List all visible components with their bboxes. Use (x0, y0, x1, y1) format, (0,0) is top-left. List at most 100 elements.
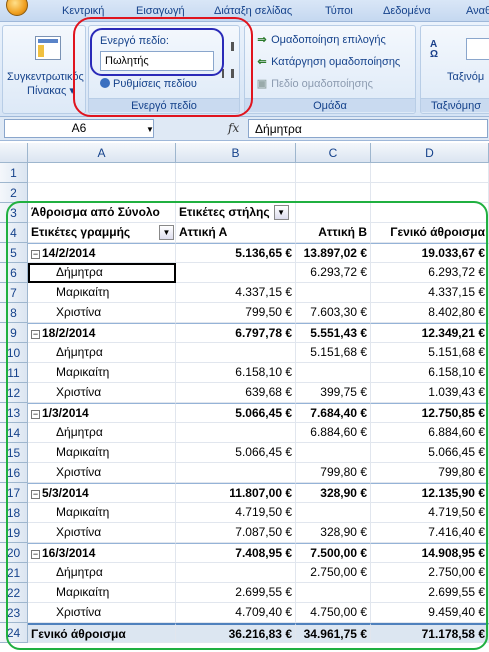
cell-b[interactable]: 639,68 € (176, 383, 296, 403)
cell-a[interactable]: Χριστίνα (28, 303, 176, 323)
cell-c[interactable]: 5.551,43 € (296, 323, 371, 343)
row-labels-filter-dropdown-icon[interactable]: ▼ (159, 225, 174, 240)
name-box-dropdown-icon[interactable]: ▼ (146, 125, 154, 134)
cell-b[interactable] (176, 563, 296, 583)
cell-c[interactable] (296, 583, 371, 603)
cell-b[interactable] (176, 263, 296, 283)
pivot-table-dropdown-label[interactable]: Πίνακας ▾ (27, 84, 75, 97)
select-all-corner[interactable] (0, 143, 28, 163)
cell-c[interactable]: 2.750,00 € (296, 563, 371, 583)
tab-review[interactable]: Αναθ (466, 5, 489, 17)
cell-a[interactable]: Χριστίνα (28, 383, 176, 403)
collapse-toggle-icon[interactable]: − (31, 250, 40, 259)
cell-b[interactable]: 799,50 € (176, 303, 296, 323)
cell-b[interactable]: Αττική Α (176, 223, 296, 243)
collapse-toggle-icon[interactable]: − (31, 410, 40, 419)
cell-b[interactable] (176, 183, 296, 203)
cell-a[interactable]: Άθροισμα από Σύνολο (28, 203, 176, 223)
cell-a[interactable]: Δήμητρα (28, 343, 176, 363)
cell-b[interactable] (176, 343, 296, 363)
row-header[interactable]: 17 (0, 483, 28, 503)
cell-c[interactable]: 5.151,68 € (296, 343, 371, 363)
cell-c[interactable] (296, 503, 371, 523)
cell-d[interactable]: 8.402,80 € (371, 303, 489, 323)
function-icon[interactable]: fx (228, 121, 239, 135)
collapse-toggle-icon[interactable]: − (31, 330, 40, 339)
row-header[interactable]: 20 (0, 543, 28, 563)
sort-button-label[interactable]: Ταξινόμ (447, 71, 484, 83)
row-header[interactable]: 5 (0, 243, 28, 263)
row-header[interactable]: 6 (0, 263, 28, 283)
row-header[interactable]: 22 (0, 583, 28, 603)
cell-b[interactable]: 11.807,00 € (176, 483, 296, 503)
cell-a[interactable]: Χριστίνα (28, 523, 176, 543)
cell-a[interactable]: Μαρικαίτη (28, 583, 176, 603)
group-selection-button[interactable]: ⇒ Ομαδοποίηση επιλογής (256, 33, 385, 46)
cell-c[interactable] (296, 283, 371, 303)
cell-a[interactable]: Γενικό άθροισμα (28, 623, 176, 643)
formula-input[interactable]: Δήμητρα (248, 119, 488, 138)
cell-a[interactable]: −1/3/2014 (28, 403, 176, 423)
row-header[interactable]: 3 (0, 203, 28, 223)
cell-b[interactable]: 7.408,95 € (176, 543, 296, 563)
cell-a[interactable]: Μαρικαίτη (28, 443, 176, 463)
cell-c[interactable]: 799,80 € (296, 463, 371, 483)
cell-a[interactable]: Ετικέτες γραμμής ▼ (28, 223, 176, 243)
cell-c[interactable]: 4.750,00 € (296, 603, 371, 623)
row-header[interactable]: 24 (0, 623, 28, 643)
column-labels-filter-dropdown-icon[interactable]: ▼ (273, 205, 289, 220)
sort-dialog-icon[interactable] (466, 38, 489, 60)
group-field-button[interactable]: ▣ Πεδίο ομαδοποίησης (256, 77, 373, 90)
cell-c[interactable]: 328,90 € (296, 483, 371, 503)
row-header[interactable]: 19 (0, 523, 28, 543)
row-header[interactable]: 2 (0, 183, 28, 203)
row-header[interactable]: 8 (0, 303, 28, 323)
cell-d[interactable] (371, 203, 489, 223)
cell-a[interactable]: Δήμητρα (28, 563, 176, 583)
cell-d[interactable]: 4.337,15 € (371, 283, 489, 303)
cell-d[interactable]: 7.416,40 € (371, 523, 489, 543)
cell-a[interactable]: Χριστίνα (28, 463, 176, 483)
cell-b[interactable] (176, 423, 296, 443)
cell-b[interactable]: 5.136,65 € (176, 243, 296, 263)
cell-d[interactable]: 5.066,45 € (371, 443, 489, 463)
cell-d[interactable]: 71.178,58 € (371, 623, 489, 643)
pivot-table-icon[interactable] (35, 36, 61, 60)
tab-formulas[interactable]: Τύποι (325, 5, 353, 17)
cell-c[interactable]: 328,90 € (296, 523, 371, 543)
cell-a[interactable]: Μαρικαίτη (28, 503, 176, 523)
cell-b[interactable]: 5.066,45 € (176, 403, 296, 423)
cell-c[interactable] (296, 203, 371, 223)
cell-c[interactable]: 6.884,60 € (296, 423, 371, 443)
cell-c[interactable] (296, 363, 371, 383)
cell-b[interactable]: 7.087,50 € (176, 523, 296, 543)
cell-c[interactable]: 7.684,40 € (296, 403, 371, 423)
tab-insert[interactable]: Εισαγωγή (136, 5, 185, 17)
cell-a[interactable]: Δήμητρα (28, 263, 176, 283)
column-header-b[interactable]: B (176, 143, 296, 163)
cell-b[interactable]: 4.337,15 € (176, 283, 296, 303)
cell-c[interactable]: 13.897,02 € (296, 243, 371, 263)
sort-az-icon[interactable]: AΩ (430, 40, 438, 60)
cell-d[interactable] (371, 183, 489, 203)
cell-c[interactable]: 399,75 € (296, 383, 371, 403)
collapse-toggle-icon[interactable]: − (31, 550, 40, 559)
cell-c[interactable]: 6.293,72 € (296, 263, 371, 283)
row-header[interactable]: 1 (0, 163, 28, 183)
cell-d[interactable]: 12.135,90 € (371, 483, 489, 503)
cell-d[interactable]: 5.151,68 € (371, 343, 489, 363)
cell-d[interactable]: 6.884,60 € (371, 423, 489, 443)
cell-a[interactable]: −16/3/2014 (28, 543, 176, 563)
cell-b[interactable]: 4.719,50 € (176, 503, 296, 523)
row-header[interactable]: 10 (0, 343, 28, 363)
cell-b[interactable]: 6.797,78 € (176, 323, 296, 343)
cell-d[interactable]: 1.039,43 € (371, 383, 489, 403)
row-header[interactable]: 12 (0, 383, 28, 403)
row-header[interactable]: 4 (0, 223, 28, 243)
cell-b[interactable]: Ετικέτες στήλης ▼ (176, 203, 296, 223)
column-header-a[interactable]: A (28, 143, 176, 163)
cell-a[interactable]: −14/2/2014 (28, 243, 176, 263)
row-header[interactable]: 23 (0, 603, 28, 623)
cell-d[interactable]: 6.158,10 € (371, 363, 489, 383)
row-header[interactable]: 13 (0, 403, 28, 423)
